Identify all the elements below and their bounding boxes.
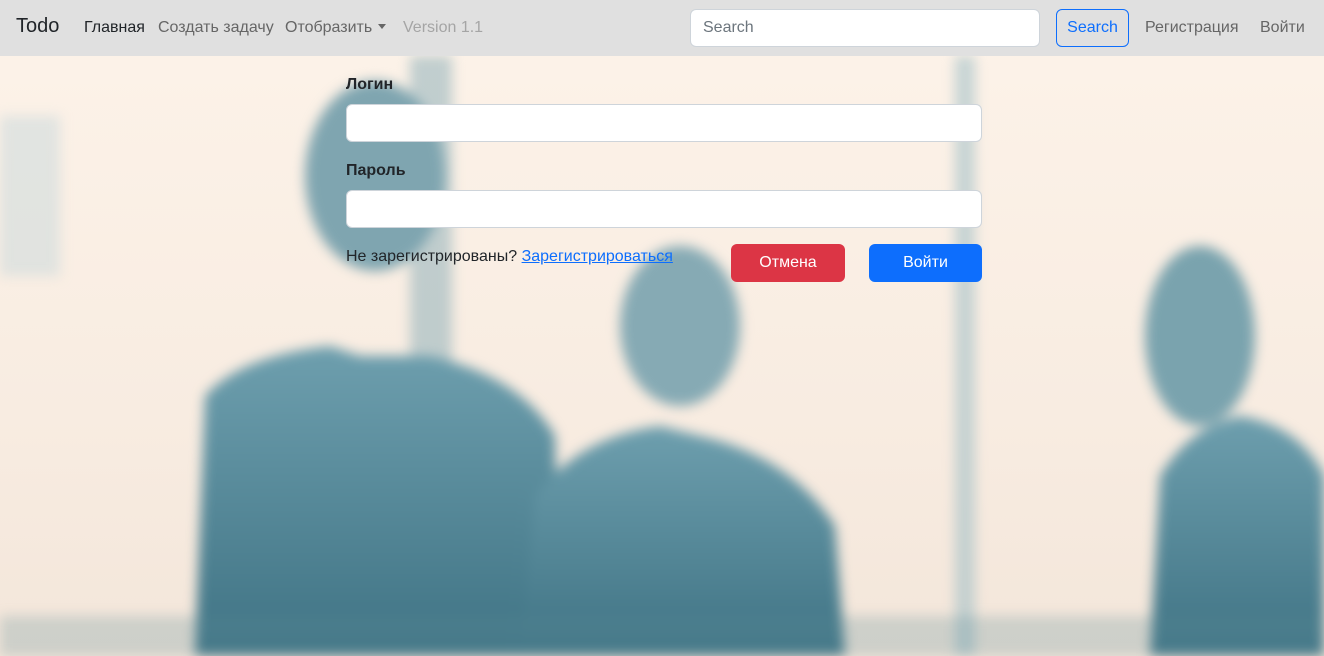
login-label: Логин (346, 76, 394, 93)
navbar: Todo Главная Создать задачу Отобразить V… (0, 0, 1324, 56)
nav-version: Version 1.1 (403, 19, 484, 36)
password-label: Пароль (346, 162, 406, 179)
register-link[interactable]: Зарегистрироваться (522, 248, 673, 265)
search-input[interactable] (690, 9, 1040, 47)
cancel-button[interactable]: Отмена (731, 244, 845, 282)
nav-dropdown-display[interactable]: Отобразить (285, 19, 387, 37)
login-field[interactable] (346, 104, 982, 142)
search-button[interactable]: Search (1056, 9, 1129, 47)
password-field[interactable] (346, 190, 982, 228)
nav-link-register[interactable]: Регистрация (1145, 19, 1239, 37)
brand-link[interactable]: Todo (16, 15, 59, 38)
nav-link-create-task[interactable]: Создать задачу (158, 19, 274, 37)
nav-dropdown-display-label: Отобразить (285, 19, 373, 36)
nav-link-login[interactable]: Войти (1260, 19, 1305, 37)
chevron-down-icon (378, 24, 387, 29)
not-registered-text: Не зарегистрированы? (346, 248, 518, 265)
background-image (0, 56, 1324, 656)
nav-link-home[interactable]: Главная (84, 19, 145, 37)
login-button[interactable]: Войти (869, 244, 982, 282)
register-hint: Не зарегистрированы? Зарегистрироваться (346, 248, 673, 266)
